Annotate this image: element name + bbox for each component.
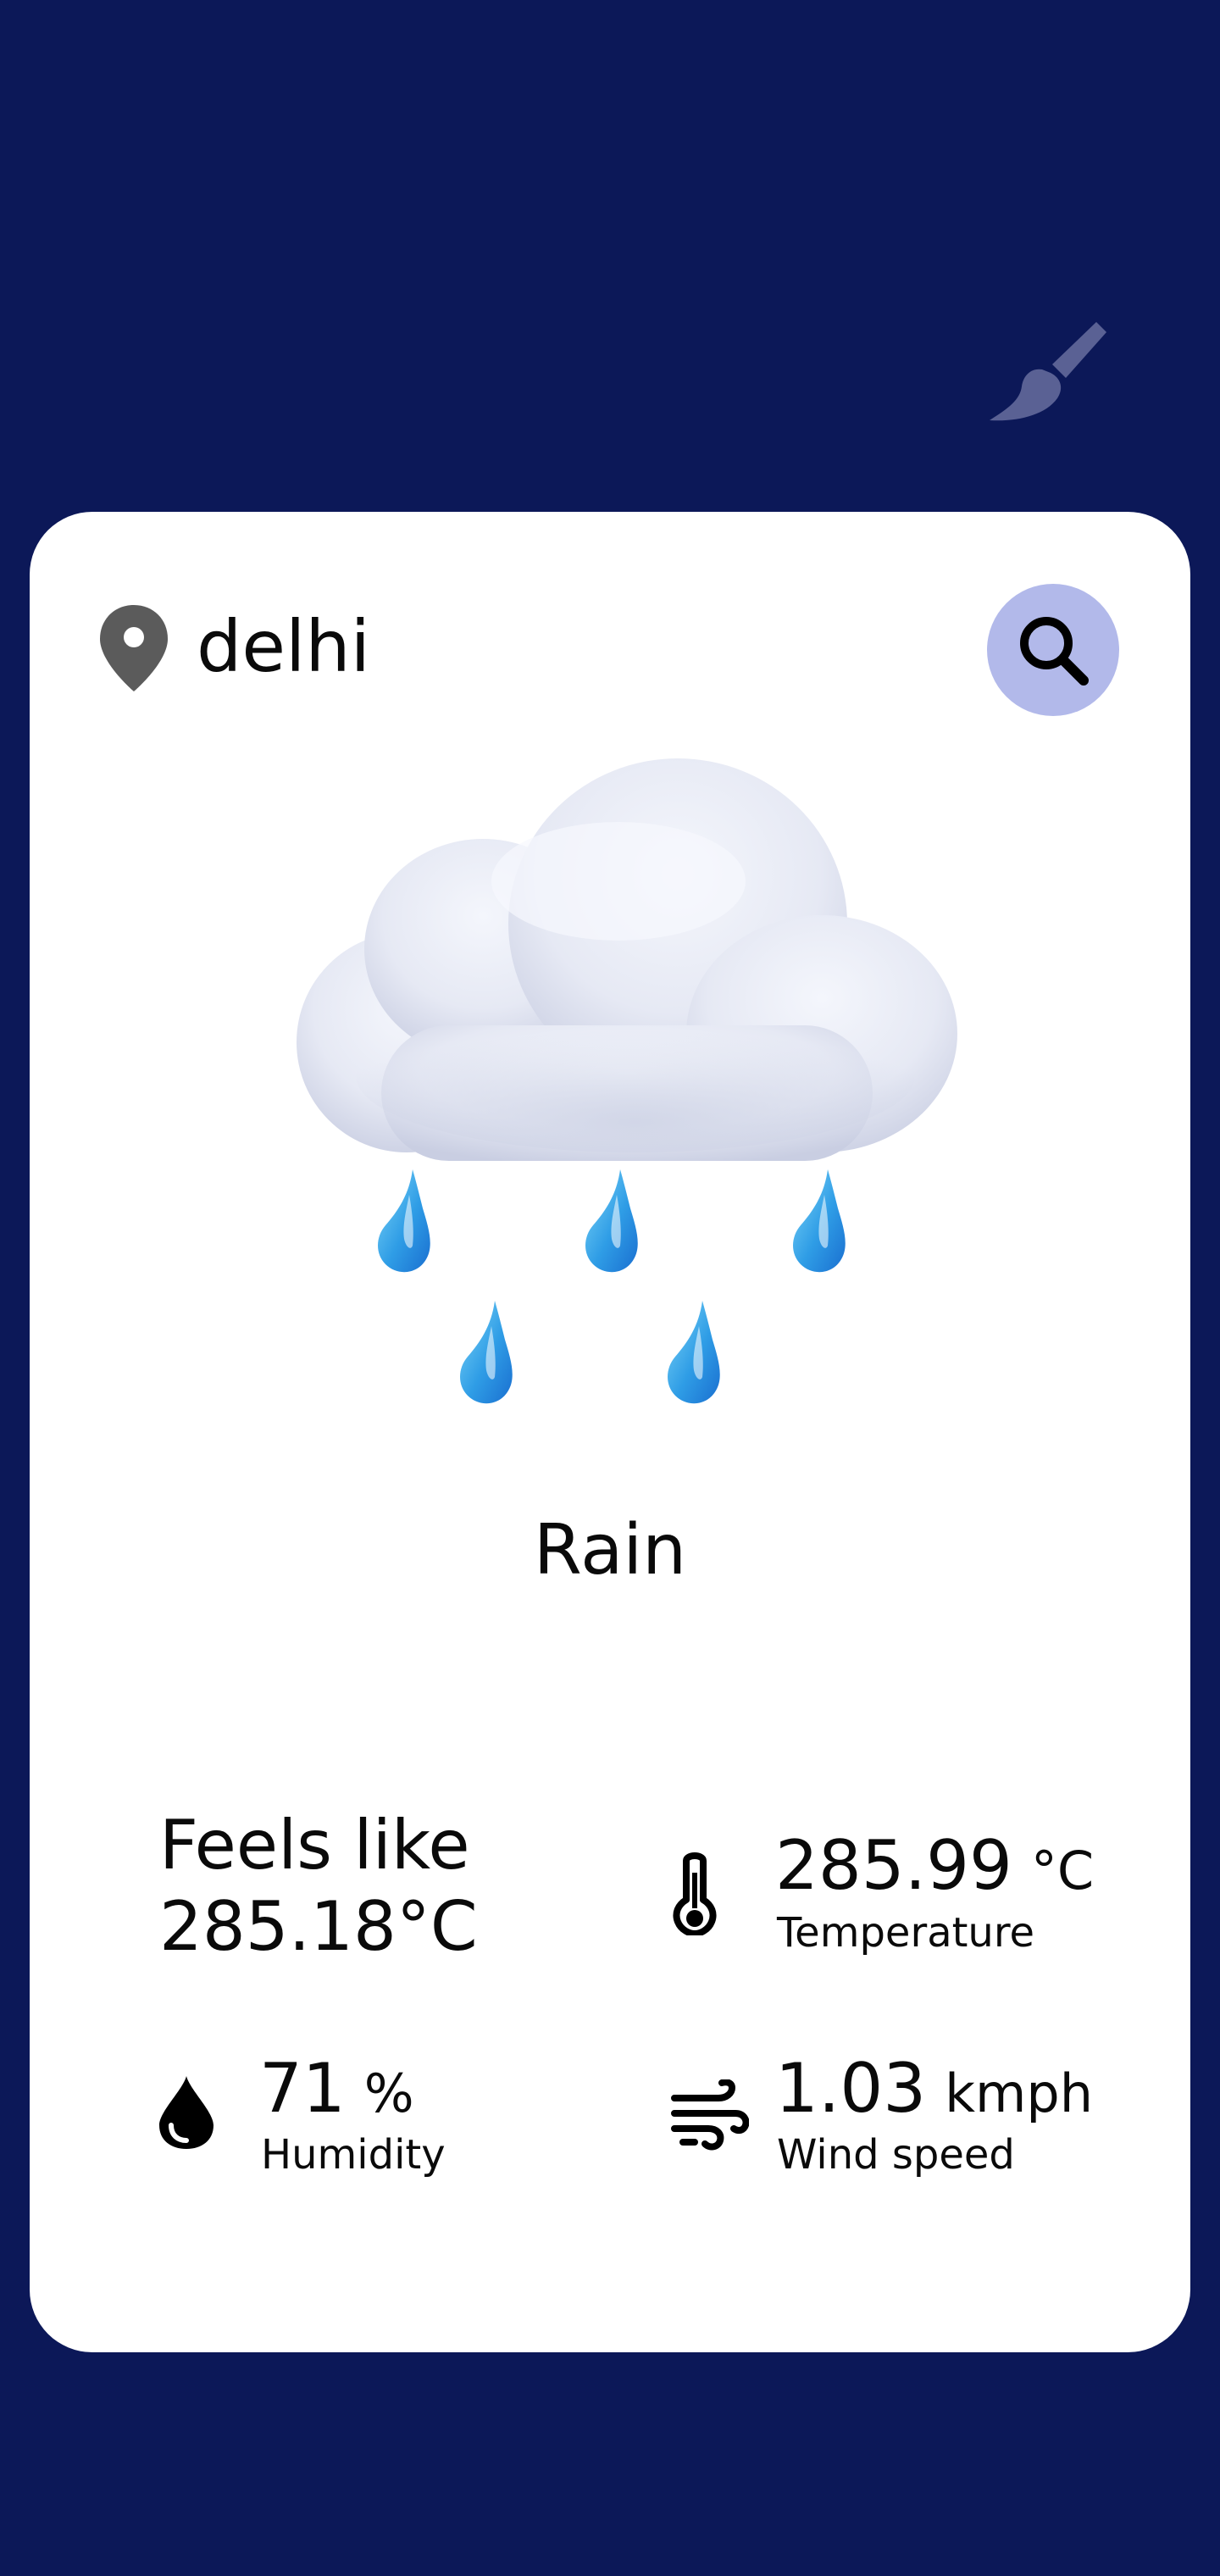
theme-toggle-button[interactable] (983, 315, 1110, 425)
rain-cloud-icon (280, 754, 957, 1415)
search-button[interactable] (987, 584, 1119, 716)
droplet-icon (158, 2074, 215, 2151)
feels-like-label: Feels like (159, 1806, 470, 1885)
temperature-value: 285.99 °C (775, 1824, 1094, 1913)
humidity-unit: % (363, 2062, 414, 2124)
humidity-label: Humidity (261, 2131, 446, 2179)
feels-like-value: 285.18°C (159, 1887, 478, 1966)
temperature-number: 285.99 (775, 1826, 1012, 1905)
humidity-value: 71% (259, 2046, 414, 2136)
wind-speed-value: 1.03 kmph (775, 2046, 1093, 2136)
wind-speed-unit: kmph (945, 2062, 1094, 2124)
wind-speed-label: Wind speed (777, 2131, 1015, 2179)
map-pin-icon (98, 603, 169, 693)
wind-icon (671, 2079, 750, 2151)
weather-condition: Rain (533, 1510, 687, 1591)
search-icon (1020, 617, 1089, 686)
temperature-unit: °C (1030, 1840, 1095, 1901)
thermometer-icon (669, 1851, 720, 1937)
temperature-label: Temperature (777, 1909, 1035, 1957)
humidity-number: 71 (259, 2049, 346, 2128)
city-name[interactable]: delhi (197, 600, 370, 693)
feels-like: Feels like 285.18°C (159, 1805, 600, 1968)
paintbrush-icon (990, 322, 1106, 421)
wind-speed-number: 1.03 (775, 2049, 927, 2128)
